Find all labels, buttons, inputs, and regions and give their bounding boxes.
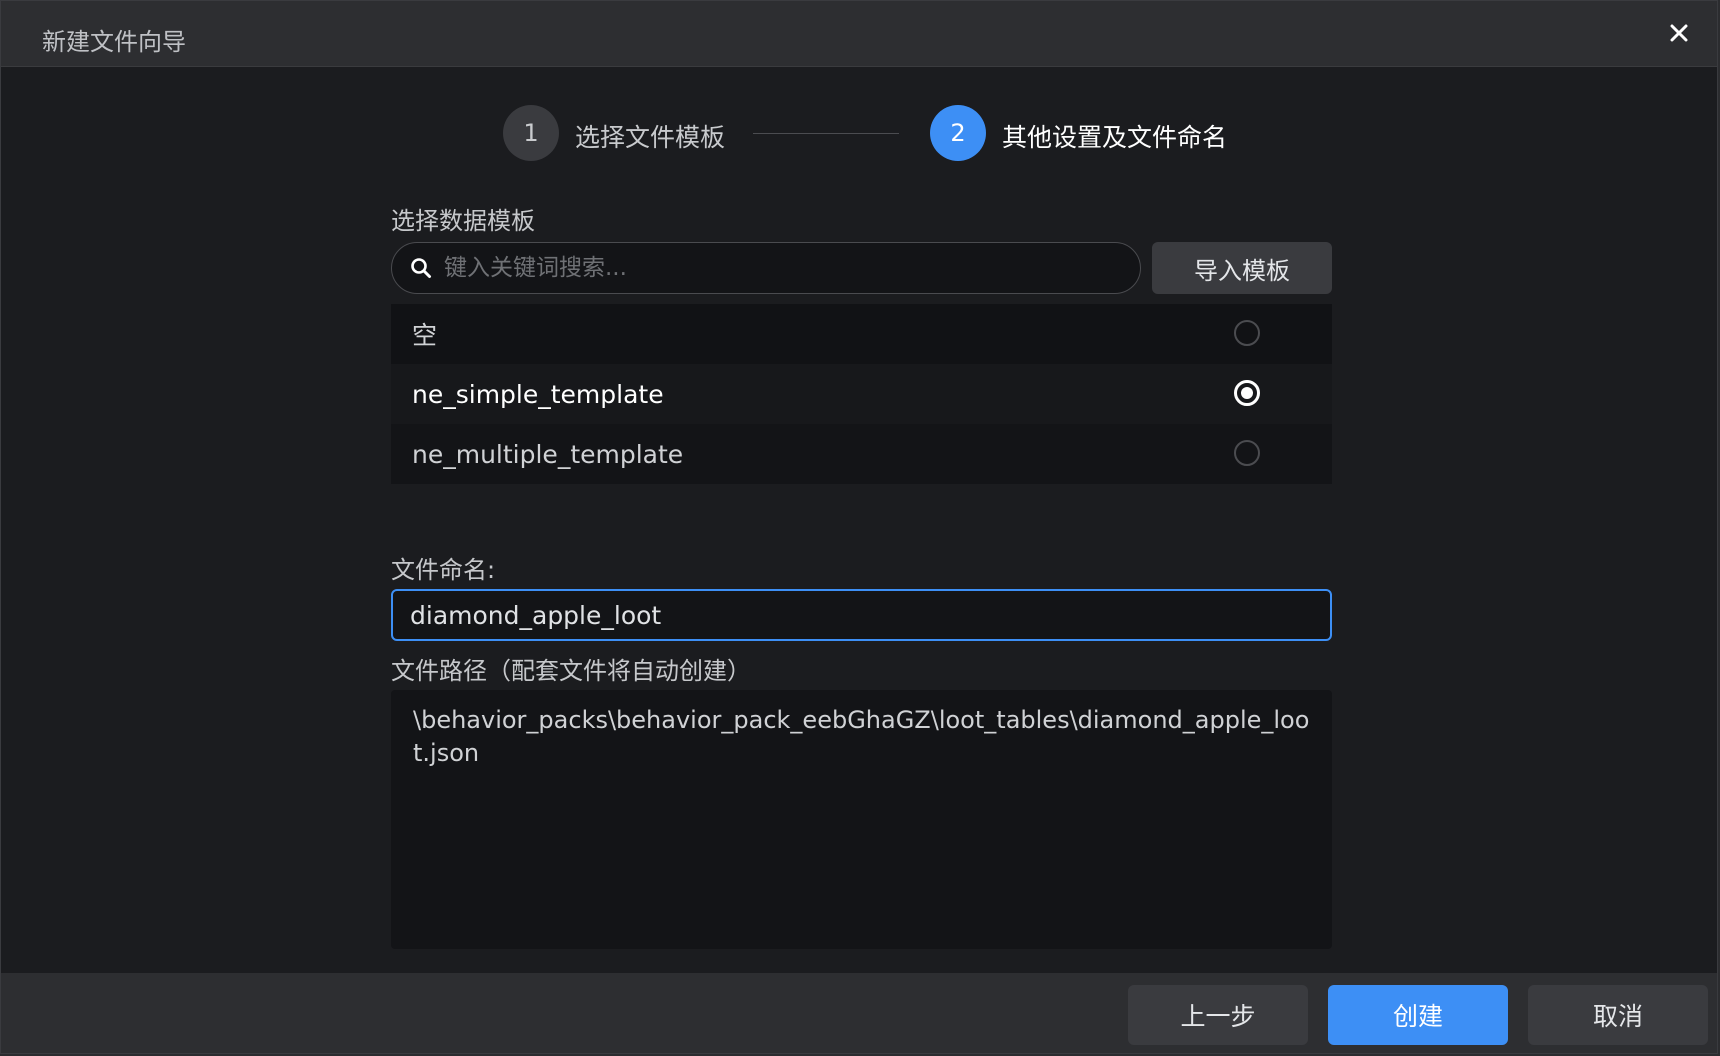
close-button[interactable] (1661, 15, 1697, 51)
step-2-label: 其他设置及文件命名 (1002, 123, 1228, 152)
new-file-wizard-dialog: 新建文件向导 1 选择文件模板 2 其他设置及文件命名 选择数据模板 导入模板 … (0, 0, 1718, 1054)
template-search-box[interactable] (391, 242, 1141, 294)
create-button[interactable]: 创建 (1328, 985, 1508, 1045)
import-template-button[interactable]: 导入模板 (1152, 242, 1332, 294)
dialog-footer: 上一步 创建 取消 (1, 973, 1717, 1053)
file-path-label: 文件路径（配套文件将自动创建） (391, 657, 751, 685)
previous-step-button[interactable]: 上一步 (1128, 985, 1308, 1045)
template-item-label: ne_multiple_template (412, 439, 684, 469)
file-path-display: \behavior_packs\behavior_pack_eebGhaGZ\l… (391, 690, 1332, 949)
template-item-ne-multiple-template[interactable]: ne_multiple_template (391, 424, 1332, 484)
wizard-steps: 1 选择文件模板 2 其他设置及文件命名 (1, 105, 1717, 161)
template-radio-selected[interactable] (1234, 380, 1260, 406)
close-icon (1670, 24, 1688, 42)
title-bar: 新建文件向导 (1, 1, 1717, 67)
search-icon (411, 258, 431, 278)
template-search-input[interactable] (442, 254, 1140, 282)
template-item-empty[interactable]: 空 (391, 304, 1332, 364)
template-section-label: 选择数据模板 (391, 207, 535, 235)
template-radio[interactable] (1234, 320, 1260, 346)
step-1-label: 选择文件模板 (575, 123, 726, 152)
template-list: 空 ne_simple_template ne_multiple_templat… (391, 304, 1332, 484)
template-item-ne-simple-template[interactable]: ne_simple_template (391, 364, 1332, 424)
dialog-title: 新建文件向导 (42, 28, 186, 56)
file-name-input[interactable] (391, 589, 1332, 641)
template-item-label: ne_simple_template (412, 379, 664, 409)
template-radio[interactable] (1234, 440, 1260, 466)
cancel-button[interactable]: 取消 (1528, 985, 1708, 1045)
step-connector (753, 133, 899, 134)
file-name-label: 文件命名: (391, 556, 496, 584)
step-2-indicator: 2 (930, 105, 986, 161)
template-item-label: 空 (412, 321, 438, 350)
step-1-indicator: 1 (503, 105, 559, 161)
